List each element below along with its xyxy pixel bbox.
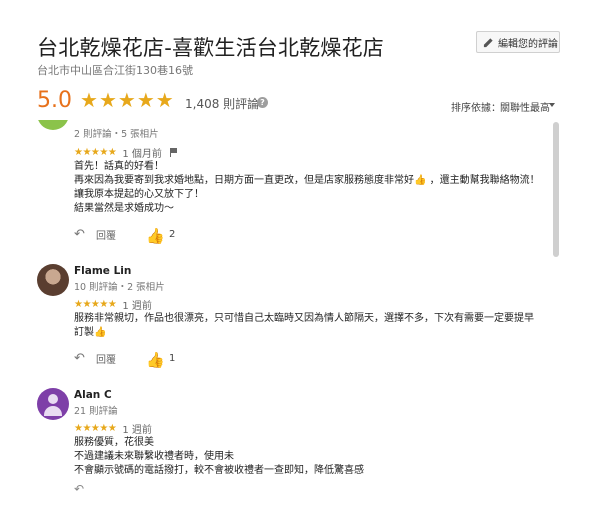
- review-date: 1 個月前: [122, 149, 162, 160]
- sort-dropdown[interactable]: 關聯性最高: [500, 99, 550, 114]
- thumbs-up-icon[interactable]: 👍: [146, 350, 165, 368]
- review-line: 服務非常親切，作品也很漂亮，只可惜自己太臨時又因為情人節隔天，選擇不多，下次有需…: [74, 313, 534, 324]
- star-icon: ★: [117, 88, 136, 112]
- review-line: 結果當然是求婚成功～: [74, 203, 174, 214]
- pencil-icon: [483, 37, 493, 47]
- review-date: 1 週前: [122, 425, 152, 436]
- avatar[interactable]: [37, 264, 69, 296]
- reviewer-meta: 21 則評論: [74, 406, 118, 417]
- star-icon: ★: [136, 88, 155, 112]
- review-line: 不會顯示號碼的電話撥打，較不會被收禮者一查即知，降低驚喜感: [74, 465, 364, 476]
- rating-score: 5.0: [37, 88, 72, 113]
- review-date: 1 週前: [122, 301, 152, 312]
- star-icon: ★: [155, 88, 174, 112]
- help-icon[interactable]: ?: [257, 97, 268, 108]
- reply-icon[interactable]: ↶: [74, 227, 90, 242]
- review-text: 服務非常親切，作品也很漂亮，只可惜自己太臨時又因為情人節隔天，選擇不多，下次有需…: [74, 312, 544, 340]
- review-stars: ★★★★★: [74, 423, 117, 434]
- review-count: 1,408 則評論: [185, 97, 260, 111]
- review-line: 讓我原本提起的心又放下了！: [74, 189, 204, 200]
- review-line: 首先！話真的好看！: [74, 161, 164, 172]
- rating-stars: ★ ★ ★ ★ ★: [80, 89, 174, 111]
- avatar[interactable]: [37, 120, 69, 130]
- reply-icon[interactable]: ↶: [74, 482, 84, 496]
- reviewer-meta: 10 則評論・2 張相片: [74, 282, 165, 293]
- star-icon: ★: [98, 88, 117, 112]
- reviews-list: 2 則評論・5 張相片 ★★★★★ 1 個月前 首先！話真的好看！ 再來因為我要…: [30, 120, 560, 525]
- review-line: 再來因為我要寄到我求婚地點，日期方面一直更改，但是店家服務態度非常好👍 ，還主動…: [74, 175, 540, 186]
- like-count: 2: [169, 228, 176, 240]
- review-line: 訂製👍: [74, 327, 107, 338]
- reviewer-name[interactable]: Alan C: [74, 389, 112, 401]
- review-line: 不過建議未來聯繫收禮者時，使用未: [74, 451, 234, 462]
- review-text: 服務優質，花很美 不過建議未來聯繫收禮者時，使用未 不會顯示號碼的電話撥打，較不…: [74, 436, 544, 478]
- edit-review-label: 編輯您的評論: [498, 38, 558, 50]
- flag-icon[interactable]: [169, 148, 178, 157]
- review-stars: ★★★★★: [74, 299, 117, 310]
- review-line: 服務優質，花很美: [74, 437, 154, 448]
- reviewer-meta: 2 則評論・5 張相片: [74, 129, 159, 140]
- thumbs-up-icon[interactable]: 👍: [146, 226, 165, 244]
- review-text: 首先！話真的好看！ 再來因為我要寄到我求婚地點，日期方面一直更改，但是店家服務態…: [74, 160, 544, 216]
- edit-review-button[interactable]: 編輯您的評論: [476, 31, 560, 53]
- scrollbar[interactable]: [553, 122, 559, 257]
- reply-button[interactable]: 回覆: [96, 351, 116, 366]
- avatar[interactable]: [37, 388, 69, 420]
- star-icon: ★: [80, 88, 98, 112]
- reply-icon[interactable]: ↶: [74, 351, 90, 366]
- place-address: 台北市中山區合江街130巷16號: [37, 64, 193, 77]
- sort-label: 排序依據：: [451, 103, 501, 114]
- review-stars: ★★★★★: [74, 147, 117, 158]
- place-title: 台北乾燥花店-喜歡生活台北乾燥花店: [37, 36, 384, 60]
- reply-button[interactable]: 回覆: [96, 227, 116, 242]
- chevron-down-icon[interactable]: [549, 103, 555, 107]
- like-count: 1: [169, 352, 176, 364]
- reviewer-name[interactable]: Flame Lin: [74, 265, 131, 277]
